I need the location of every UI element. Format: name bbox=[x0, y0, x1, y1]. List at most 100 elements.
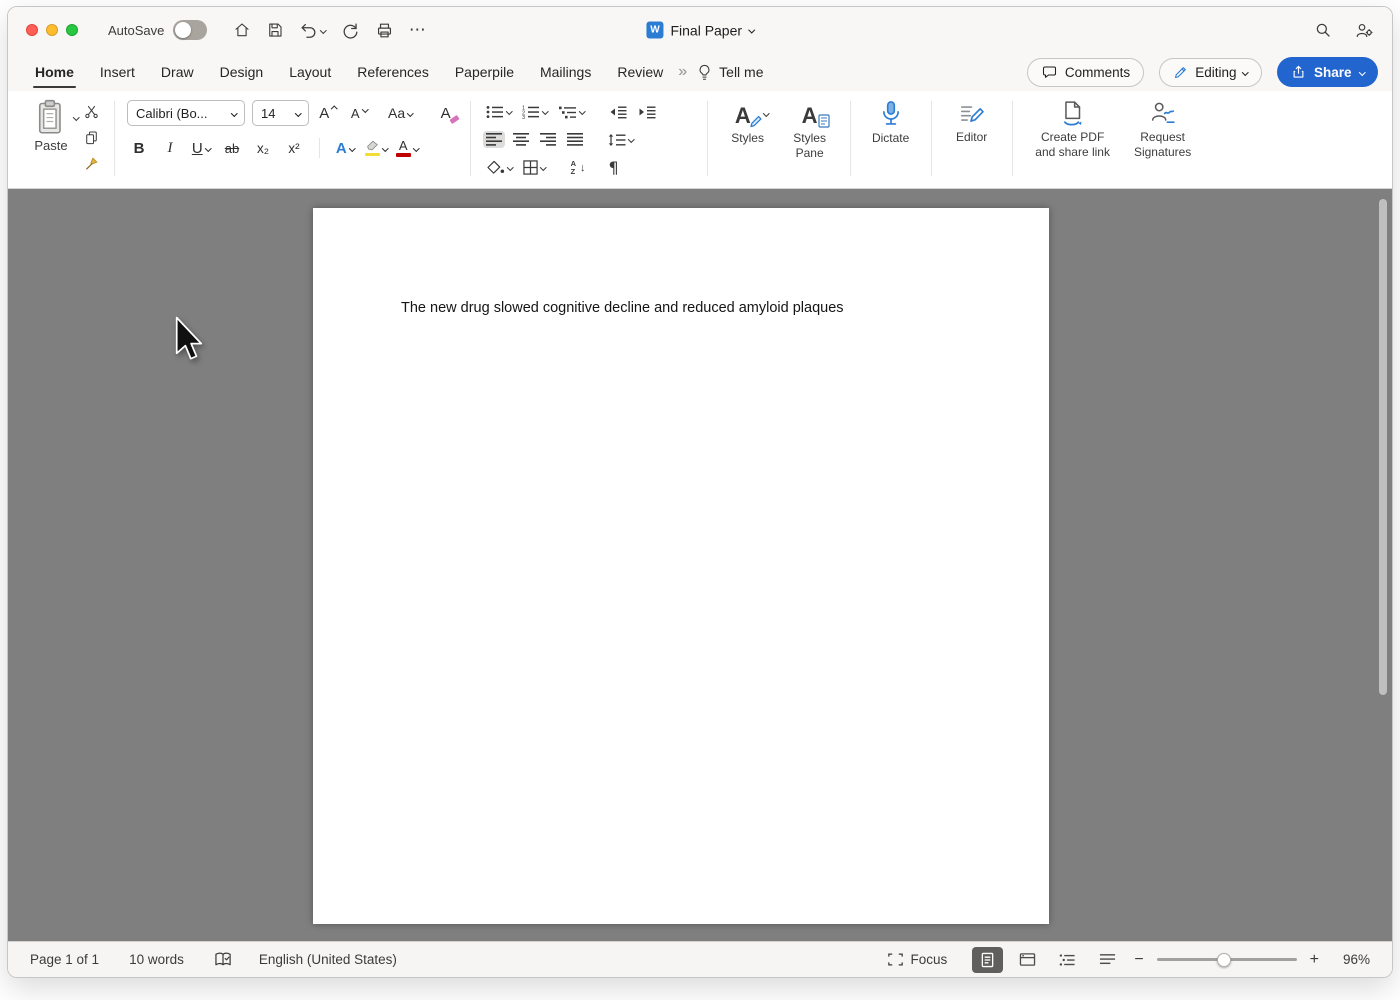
line-spacing-button[interactable] bbox=[605, 131, 637, 149]
font-size-combobox[interactable]: 14 bbox=[252, 100, 309, 126]
cut-scissors-icon[interactable] bbox=[80, 102, 102, 120]
borders-button[interactable] bbox=[520, 158, 549, 177]
change-case-button[interactable]: Aa bbox=[388, 101, 413, 125]
editing-mode-button[interactable]: Editing bbox=[1159, 58, 1262, 87]
print-icon[interactable] bbox=[375, 21, 394, 40]
zoom-in-button[interactable]: + bbox=[1308, 951, 1321, 969]
highlight-color-button[interactable] bbox=[364, 136, 388, 160]
word-window: AutoSave ⋯ W Fi bbox=[7, 6, 1393, 978]
shrink-font-button[interactable]: A bbox=[347, 101, 371, 125]
statusbar-right: Focus − + 96% bbox=[887, 947, 1370, 973]
decrease-indent-button[interactable] bbox=[606, 103, 630, 121]
font-name-combobox[interactable]: Calibri (Bo... bbox=[127, 100, 245, 126]
subscript-button[interactable]: x₂ bbox=[251, 136, 275, 160]
font-color-button[interactable]: A bbox=[395, 136, 419, 160]
redo-icon[interactable] bbox=[341, 21, 360, 40]
create-pdf-label: Create PDF and share link bbox=[1035, 130, 1110, 160]
pilcrow-glyph: ¶ bbox=[609, 158, 619, 177]
editor-button[interactable]: Editor bbox=[944, 97, 1000, 180]
tab-review[interactable]: Review bbox=[604, 53, 676, 91]
document-title-chevron-icon[interactable] bbox=[748, 27, 754, 33]
increase-indent-button[interactable] bbox=[635, 103, 659, 121]
ribbon-tabs: Home Insert Draw Design Layout Reference… bbox=[22, 53, 676, 91]
document-body-text[interactable]: The new drug slowed cognitive decline an… bbox=[401, 298, 989, 319]
align-center-button[interactable] bbox=[510, 131, 532, 148]
focus-button[interactable]: Focus bbox=[887, 952, 948, 967]
tab-mailings[interactable]: Mailings bbox=[527, 53, 604, 91]
format-painter-icon[interactable] bbox=[80, 154, 102, 172]
borders-chevron-icon bbox=[540, 164, 546, 170]
superscript-button[interactable]: x² bbox=[282, 136, 306, 160]
share-button[interactable]: Share bbox=[1277, 57, 1378, 87]
paste-button[interactable]: Paste bbox=[24, 97, 78, 180]
tab-layout[interactable]: Layout bbox=[276, 53, 344, 91]
proofing-status-icon[interactable] bbox=[214, 951, 233, 968]
show-paragraph-marks-button[interactable]: ¶ bbox=[606, 156, 622, 179]
tab-draw[interactable]: Draw bbox=[148, 53, 207, 91]
shading-button[interactable] bbox=[483, 158, 516, 177]
bullet-list-button[interactable] bbox=[483, 103, 515, 121]
autosave-toggle[interactable] bbox=[173, 20, 207, 40]
bold-button[interactable]: B bbox=[127, 136, 151, 160]
minimize-button[interactable] bbox=[46, 24, 58, 36]
align-left-button[interactable] bbox=[483, 131, 505, 148]
strikethrough-button[interactable]: ab bbox=[220, 136, 244, 160]
grow-font-caret-icon bbox=[331, 106, 337, 112]
text-effects-button[interactable]: A bbox=[333, 136, 357, 160]
tab-insert[interactable]: Insert bbox=[87, 53, 148, 91]
underline-button[interactable]: U bbox=[189, 136, 213, 160]
document-title[interactable]: Final Paper bbox=[670, 22, 742, 38]
sort-z: Z bbox=[571, 168, 576, 176]
editing-label: Editing bbox=[1195, 65, 1236, 80]
tab-design[interactable]: Design bbox=[207, 53, 277, 91]
grow-font-button[interactable]: A bbox=[316, 101, 340, 125]
styles-pane-label: Styles Pane bbox=[793, 131, 826, 161]
document-canvas[interactable]: The new drug slowed cognitive decline an… bbox=[8, 189, 1392, 941]
tell-me-button[interactable]: Tell me bbox=[697, 64, 763, 81]
tab-overflow-icon[interactable]: » bbox=[678, 63, 687, 81]
language-status[interactable]: English (United States) bbox=[259, 952, 397, 967]
dictate-button[interactable]: Dictate bbox=[863, 97, 919, 180]
styles-pane-button[interactable]: A Styles Pane bbox=[782, 97, 838, 180]
numbered-list-button[interactable]: 123 bbox=[519, 103, 551, 121]
clear-formatting-button[interactable]: A bbox=[434, 101, 458, 125]
request-signatures-button[interactable]: Request Signatures bbox=[1121, 97, 1205, 180]
print-layout-view-button[interactable] bbox=[972, 947, 1003, 973]
paste-chevron-icon[interactable] bbox=[73, 114, 79, 120]
tab-references[interactable]: References bbox=[344, 53, 442, 91]
undo-icon[interactable] bbox=[299, 21, 326, 40]
zoom-level[interactable]: 96% bbox=[1330, 952, 1370, 967]
save-icon[interactable] bbox=[266, 21, 284, 39]
home-icon[interactable] bbox=[233, 21, 251, 39]
comment-bubble-icon bbox=[1041, 64, 1058, 80]
tab-home[interactable]: Home bbox=[22, 53, 87, 91]
multilevel-list-button[interactable] bbox=[556, 103, 588, 121]
align-right-button[interactable] bbox=[537, 131, 559, 148]
more-commands-icon[interactable]: ⋯ bbox=[409, 20, 427, 40]
comments-button[interactable]: Comments bbox=[1027, 58, 1144, 87]
account-settings-icon[interactable] bbox=[1354, 21, 1374, 40]
vertical-scrollbar-thumb[interactable] bbox=[1379, 199, 1387, 695]
zoom-slider-thumb[interactable] bbox=[1217, 953, 1231, 967]
close-button[interactable] bbox=[26, 24, 38, 36]
fullscreen-button[interactable] bbox=[66, 24, 78, 36]
italic-button[interactable]: I bbox=[158, 136, 182, 160]
zoom-out-button[interactable]: − bbox=[1132, 951, 1145, 969]
copy-icon[interactable] bbox=[80, 128, 102, 146]
styles-button[interactable]: A Styles bbox=[720, 97, 776, 180]
outline-view-button[interactable] bbox=[1052, 947, 1083, 973]
undo-dropdown-chevron-icon[interactable] bbox=[320, 27, 326, 33]
web-layout-view-button[interactable] bbox=[1012, 947, 1043, 973]
document-title-group[interactable]: W Final Paper bbox=[646, 22, 753, 39]
document-page[interactable]: The new drug slowed cognitive decline an… bbox=[313, 208, 1049, 924]
word-count[interactable]: 10 words bbox=[129, 952, 184, 967]
draft-view-button[interactable] bbox=[1092, 947, 1123, 973]
sort-button[interactable]: A Z ↓ bbox=[568, 158, 589, 177]
page-count[interactable]: Page 1 of 1 bbox=[30, 952, 99, 967]
search-icon[interactable] bbox=[1314, 21, 1332, 39]
zoom-slider[interactable] bbox=[1157, 953, 1297, 967]
create-pdf-label-line2: and share link bbox=[1035, 145, 1110, 159]
justify-button[interactable] bbox=[564, 131, 586, 148]
create-pdf-button[interactable]: Create PDF and share link bbox=[1025, 97, 1121, 180]
tab-paperpile[interactable]: Paperpile bbox=[442, 53, 527, 91]
